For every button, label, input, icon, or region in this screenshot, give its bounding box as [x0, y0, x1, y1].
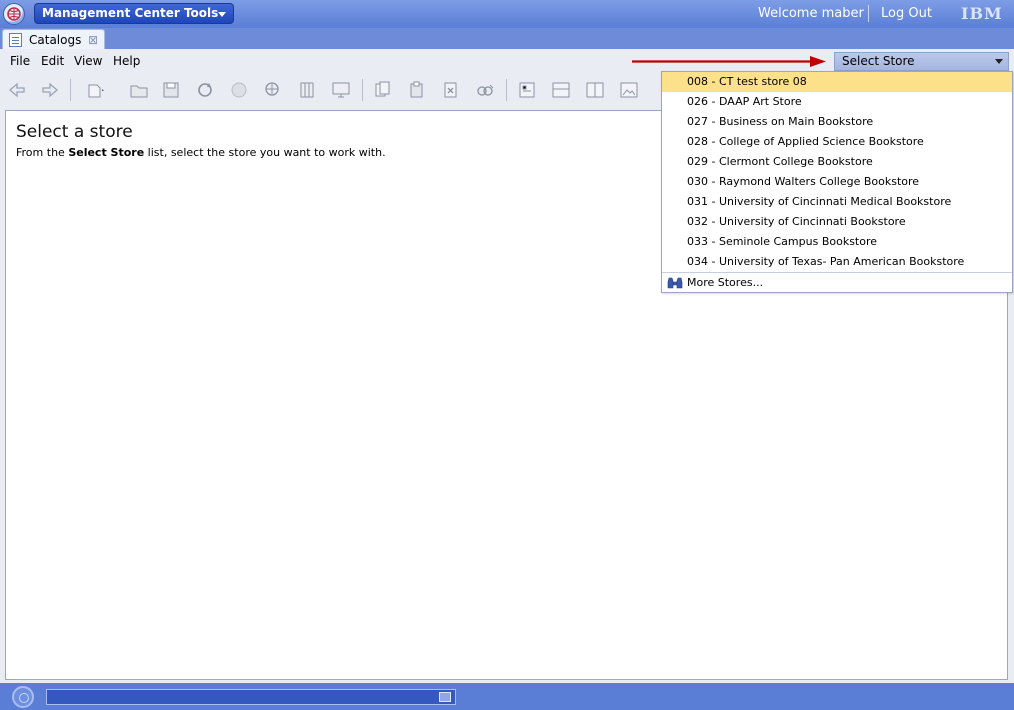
restore-window-icon[interactable] [439, 692, 451, 702]
ibm-logo: IBM [961, 4, 1003, 23]
store-item[interactable]: 008 - CT test store 08 [662, 72, 1012, 92]
select-store-dropdown[interactable]: Select Store [834, 52, 1009, 71]
image-view-icon[interactable] [618, 79, 640, 101]
select-store-label: Select Store [842, 54, 915, 68]
close-icon[interactable]: ⊠ [88, 30, 98, 50]
store-item[interactable]: 034 - University of Texas- Pan American … [662, 252, 1012, 272]
chevron-down-icon [218, 12, 226, 17]
toolbar-separator [70, 79, 71, 101]
stop-icon[interactable] [228, 79, 250, 101]
page-title: Select a store [16, 122, 133, 142]
binoculars-icon [667, 277, 683, 289]
store-item[interactable]: 026 - DAAP Art Store [662, 92, 1012, 112]
toolbar-separator [362, 79, 363, 101]
store-item[interactable]: 031 - University of Cincinnati Medical B… [662, 192, 1012, 212]
more-stores-item[interactable]: More Stores... [662, 272, 1012, 292]
store-item[interactable]: 027 - Business on Main Bookstore [662, 112, 1012, 132]
store-list: 008 - CT test store 08 026 - DAAP Art St… [661, 71, 1013, 293]
new-object-icon[interactable] [84, 79, 106, 101]
tools-button-label: Management Center Tools [42, 6, 219, 20]
copy-icon[interactable] [372, 79, 394, 101]
back-arrow-icon[interactable] [6, 79, 28, 101]
status-indicator-icon [12, 686, 34, 708]
menu-file[interactable]: File [10, 54, 30, 68]
red-arrow-icon [632, 56, 826, 67]
welcome-text: Welcome maber [758, 6, 864, 21]
logout-link[interactable]: Log Out [881, 6, 932, 21]
monitor-icon[interactable] [330, 79, 352, 101]
instruction-text: From the Select Store list, select the s… [16, 146, 386, 159]
columns-icon[interactable] [296, 79, 318, 101]
toolbar-separator [506, 79, 507, 101]
status-bar [0, 683, 1014, 710]
tab-catalogs[interactable]: Catalogs ⊠ [2, 29, 105, 50]
store-item[interactable]: 032 - University of Cincinnati Bookstore [662, 212, 1012, 232]
management-center-tools-button[interactable]: Management Center Tools [34, 3, 234, 24]
horizontal-split-icon[interactable] [550, 79, 572, 101]
open-folder-icon[interactable] [128, 79, 150, 101]
refresh-icon[interactable] [194, 79, 216, 101]
vertical-split-icon[interactable] [584, 79, 606, 101]
more-stores-label: More Stores... [687, 276, 764, 289]
store-item[interactable]: 028 - College of Applied Science Booksto… [662, 132, 1012, 152]
top-bar: Management Center Tools Welcome maber Lo… [0, 0, 1014, 28]
menu-help[interactable]: Help [113, 54, 140, 68]
catalog-icon [9, 33, 22, 47]
forward-arrow-icon[interactable] [39, 79, 61, 101]
menu-edit[interactable]: Edit [41, 54, 64, 68]
instruction-bold: Select Store [68, 146, 145, 159]
tab-row: Catalogs ⊠ [0, 28, 1014, 50]
store-item[interactable]: 030 - Raymond Walters College Bookstore [662, 172, 1012, 192]
paste-icon[interactable] [406, 79, 428, 101]
globe-icon[interactable] [3, 3, 25, 25]
instruction-prefix: From the [16, 146, 69, 159]
header-divider [868, 5, 869, 22]
find-icon[interactable] [474, 79, 496, 101]
store-item[interactable]: 033 - Seminole Campus Bookstore [662, 232, 1012, 252]
chevron-down-icon [995, 59, 1003, 64]
delete-icon[interactable] [440, 79, 462, 101]
properties-view-icon[interactable] [516, 79, 538, 101]
instruction-suffix: list, select the store you want to work … [144, 146, 386, 159]
status-message-field [46, 689, 456, 705]
tab-label: Catalogs [29, 33, 82, 47]
menu-view[interactable]: View [74, 54, 102, 68]
globe-search-icon[interactable] [262, 79, 284, 101]
store-item[interactable]: 029 - Clermont College Bookstore [662, 152, 1012, 172]
save-icon[interactable] [160, 79, 182, 101]
